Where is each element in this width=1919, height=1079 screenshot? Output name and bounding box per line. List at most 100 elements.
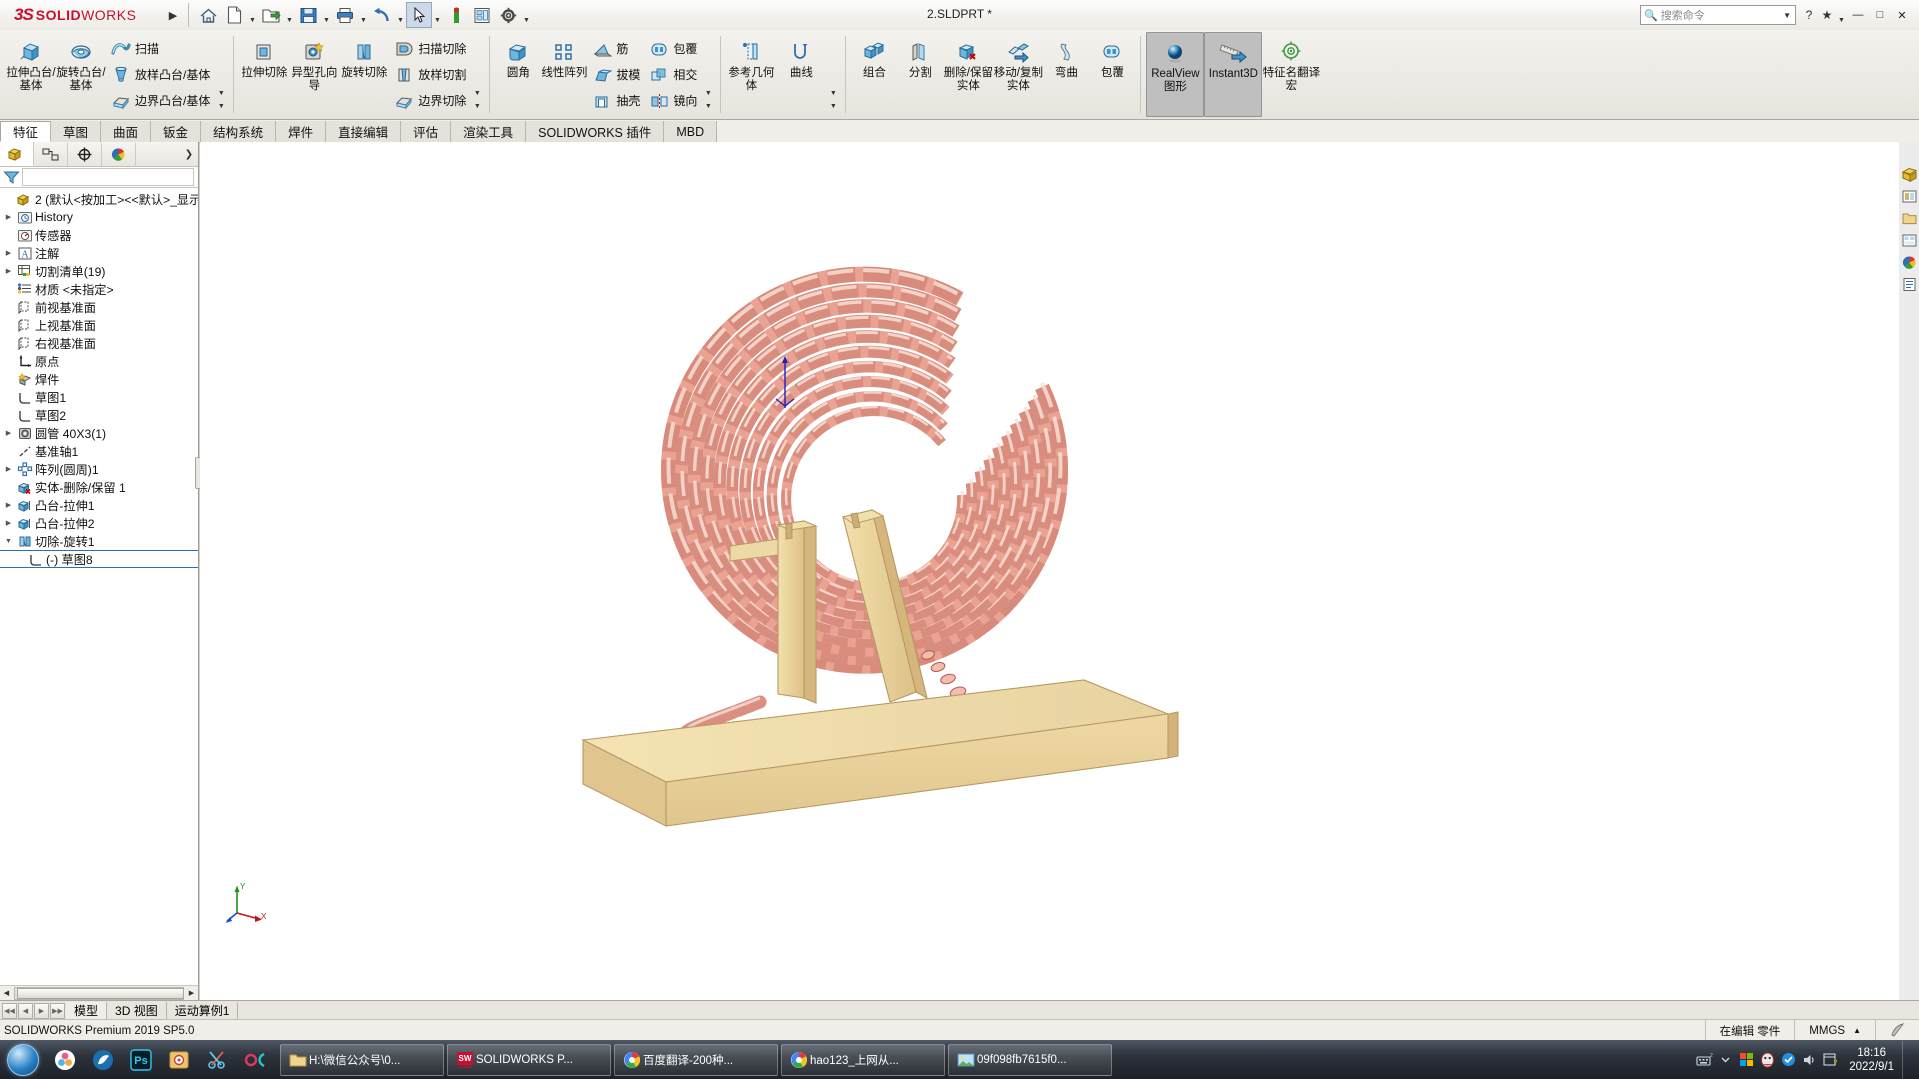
tab-evaluate[interactable]: 评估 bbox=[401, 121, 452, 142]
quick-launch-browser-icon[interactable] bbox=[84, 1041, 122, 1079]
feature-tree-tab[interactable] bbox=[0, 142, 34, 166]
search-dropdown-icon[interactable]: ▼ bbox=[1783, 11, 1793, 20]
wrap-body-button[interactable]: 包覆 bbox=[1089, 32, 1135, 117]
tab-solidworks-addins[interactable]: SOLIDWORKS 插件 bbox=[526, 121, 665, 142]
tray-expand-icon[interactable] bbox=[1715, 1041, 1736, 1079]
select-dropdown-icon[interactable]: ▼ bbox=[432, 0, 443, 32]
boss-dropdown-icon-1[interactable]: ▼ bbox=[214, 87, 228, 100]
curves-button[interactable]: 曲线 bbox=[776, 32, 826, 117]
cut-dropdown-icon-2[interactable]: ▼ bbox=[470, 100, 484, 113]
quick-launch-snipping-tool-icon[interactable] bbox=[198, 1041, 236, 1079]
tab-nav-last-icon[interactable]: ▶▶ bbox=[50, 1002, 65, 1019]
scroll-thumb[interactable] bbox=[17, 987, 184, 999]
print-icon[interactable] bbox=[332, 2, 358, 28]
draft-button[interactable]: 拔模 bbox=[587, 62, 644, 88]
save-icon[interactable] bbox=[295, 2, 321, 28]
print-dropdown-icon[interactable]: ▼ bbox=[358, 0, 369, 32]
filter-input[interactable] bbox=[22, 168, 194, 186]
linear-pattern-button[interactable]: 线性阵列 bbox=[541, 32, 587, 117]
model-tab-3dviews[interactable]: 3D 视图 bbox=[107, 1001, 167, 1020]
model-tab-model[interactable]: 模型 bbox=[66, 1001, 108, 1020]
features-dropdown-icon-2[interactable]: ▼ bbox=[701, 100, 715, 113]
reference-geometry-button[interactable]: 参考几何体 bbox=[726, 32, 776, 117]
realview-graphics-button[interactable]: RealView 图形 bbox=[1146, 32, 1205, 117]
boss-dropdown-icon-2[interactable]: ▼ bbox=[214, 100, 228, 113]
keyboard-ime-icon[interactable]: 2 bbox=[1694, 1041, 1715, 1079]
feature-tree-filter[interactable] bbox=[0, 167, 198, 188]
menu-expand-arrow-icon[interactable]: ▶ bbox=[164, 3, 182, 27]
loft-boss-button[interactable]: 放样凸台/基体 bbox=[106, 62, 214, 88]
tab-sketch[interactable]: 草图 bbox=[51, 121, 102, 142]
instant3d-button[interactable]: Instant3D bbox=[1204, 32, 1263, 117]
file-explorer-icon[interactable] bbox=[1901, 210, 1918, 227]
tree-item-structural-member[interactable]: ▶ 圆管 40X3(1) bbox=[0, 424, 198, 442]
custom-properties-icon[interactable] bbox=[1901, 276, 1918, 293]
scroll-right-icon[interactable]: ▶ bbox=[185, 989, 198, 997]
maximize-button[interactable]: □ bbox=[1869, 5, 1891, 25]
tree-item-right-plane[interactable]: 右视基准面 bbox=[0, 334, 198, 352]
tree-item-extrude1[interactable]: ▶ 凸台-拉伸1 bbox=[0, 496, 198, 514]
tree-root[interactable]: 2 (默认<按加工><<默认>_显示状态 1 bbox=[0, 190, 198, 208]
feature-tree-horizontal-scrollbar[interactable]: ◀ ▶ bbox=[0, 985, 198, 1000]
action-center-icon[interactable]: ! bbox=[1820, 1041, 1841, 1079]
undo-icon[interactable] bbox=[369, 2, 395, 28]
property-manager-tab[interactable] bbox=[34, 142, 68, 166]
tree-item-sketch8-selected[interactable]: (-) 草图8 bbox=[0, 550, 198, 568]
twisty[interactable]: ▼ bbox=[2, 538, 15, 545]
pin-button[interactable]: ★ bbox=[1818, 6, 1836, 24]
tab-structure-system[interactable]: 结构系统 bbox=[201, 121, 277, 142]
save-dropdown-icon[interactable]: ▼ bbox=[321, 0, 332, 32]
quick-launch-oc-icon[interactable] bbox=[236, 1041, 274, 1079]
tab-weldments[interactable]: 焊件 bbox=[276, 121, 327, 142]
design-library-icon[interactable] bbox=[1901, 188, 1918, 205]
titlebar-more-dropdown-icon[interactable]: ▼ bbox=[1836, 0, 1847, 32]
task-pane-resources-icon[interactable] bbox=[1901, 166, 1918, 183]
sweep-cut-button[interactable]: 扫描切除 bbox=[389, 36, 470, 62]
minimize-button[interactable]: — bbox=[1847, 5, 1869, 25]
tab-nav-prev-icon[interactable]: ◀ bbox=[18, 1002, 33, 1019]
select-arrow-icon[interactable] bbox=[406, 2, 432, 28]
home-icon[interactable] bbox=[195, 2, 221, 28]
fillet-button[interactable]: 圆角 bbox=[495, 32, 541, 117]
revolve-boss-button[interactable]: 旋转凸台/基体 bbox=[56, 32, 106, 117]
boundary-cut-button[interactable]: 边界切除 bbox=[389, 88, 470, 114]
tree-item-sensors[interactable]: 传感器 bbox=[0, 226, 198, 244]
tree-item-delete-body[interactable]: 实体-删除/保留 1 bbox=[0, 478, 198, 496]
new-document-icon[interactable] bbox=[221, 2, 247, 28]
loft-cut-button[interactable]: 放样切割 bbox=[389, 62, 470, 88]
rib-button[interactable]: 筋 bbox=[587, 36, 644, 62]
tree-item-revolve-cut1[interactable]: ▼ 切除-旋转1 bbox=[0, 532, 198, 550]
shell-button[interactable]: 抽壳 bbox=[587, 88, 644, 114]
open-document-dropdown-icon[interactable]: ▼ bbox=[284, 0, 295, 32]
tree-item-extrude2[interactable]: ▶ 凸台-拉伸2 bbox=[0, 514, 198, 532]
rebuild-icon[interactable] bbox=[443, 2, 469, 28]
show-desktop-button[interactable] bbox=[1902, 1040, 1915, 1079]
tree-item-cut-list[interactable]: ▶ 切割清单(19) bbox=[0, 262, 198, 280]
twisty[interactable]: ▶ bbox=[2, 465, 15, 473]
tab-nav-next-icon[interactable]: ▶ bbox=[34, 1002, 49, 1019]
options-gear-icon[interactable] bbox=[495, 2, 521, 28]
close-button[interactable]: ✕ bbox=[1891, 5, 1913, 25]
tree-item-weldment[interactable]: 焊件 bbox=[0, 370, 198, 388]
view-palette-icon[interactable] bbox=[1901, 232, 1918, 249]
tab-sheetmetal[interactable]: 钣金 bbox=[151, 121, 202, 142]
tree-item-top-plane[interactable]: 上视基准面 bbox=[0, 316, 198, 334]
appearances-scenes-icon[interactable] bbox=[1901, 254, 1918, 271]
taskbar-clock[interactable]: 18:16 2022/9/1 bbox=[1841, 1046, 1902, 1074]
taskbar-item-image[interactable]: 09f098fb7615f0... bbox=[948, 1043, 1112, 1076]
twisty[interactable]: ▶ bbox=[2, 519, 15, 527]
tree-item-origin[interactable]: 原点 bbox=[0, 352, 198, 370]
taskbar-item-baidu-translate[interactable]: 百度翻译-200种... bbox=[614, 1043, 778, 1076]
boundary-boss-button[interactable]: 边界凸台/基体 bbox=[106, 88, 214, 114]
tab-nav-first-icon[interactable]: ◀◀ bbox=[2, 1002, 17, 1019]
shield-blue-icon[interactable] bbox=[1778, 1041, 1799, 1079]
twisty[interactable]: ▶ bbox=[2, 501, 15, 509]
units-caret-icon[interactable]: ▲ bbox=[1853, 1026, 1861, 1035]
new-document-dropdown-icon[interactable]: ▼ bbox=[247, 0, 258, 32]
model-render[interactable] bbox=[200, 142, 1919, 1000]
colorful-tray-icon[interactable] bbox=[1736, 1041, 1757, 1079]
intersect-button[interactable]: 相交 bbox=[644, 62, 701, 88]
tree-item-sketch2[interactable]: 草图2 bbox=[0, 406, 198, 424]
split-button[interactable]: 分割 bbox=[897, 32, 943, 117]
tree-item-history[interactable]: ▶ History bbox=[0, 208, 198, 226]
